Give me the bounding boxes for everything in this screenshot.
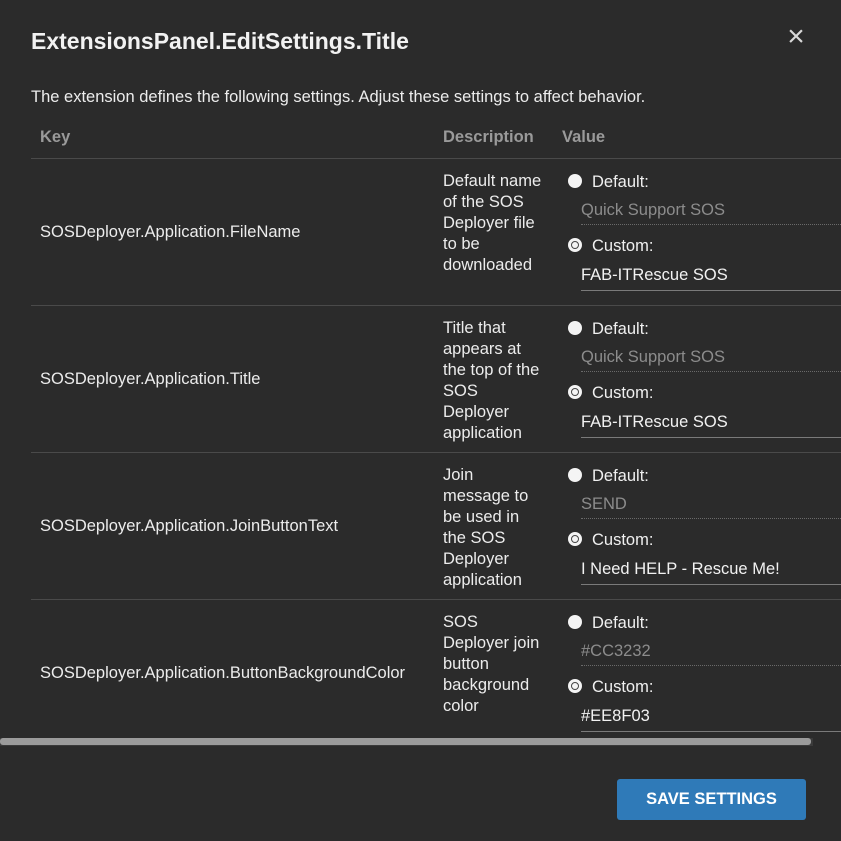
default-value: #CC3232 — [581, 637, 841, 666]
default-label: Default: — [592, 614, 649, 632]
custom-label: Custom: — [592, 237, 654, 255]
setting-key: SOSDeployer.Application.FileName — [40, 223, 301, 241]
custom-value-input[interactable] — [581, 407, 841, 438]
setting-description: Default name of the SOS Deployer file to… — [443, 172, 542, 274]
default-radio[interactable] — [568, 468, 582, 482]
settings-table: Key Description Value SOSDeployer.Applic… — [31, 118, 841, 732]
custom-radio[interactable] — [568, 385, 582, 399]
save-settings-button[interactable]: SAVE SETTINGS — [617, 779, 806, 820]
table-row: SOSDeployer.Application.FileName Default… — [31, 159, 841, 306]
custom-label: Custom: — [592, 384, 654, 402]
default-value: Quick Support SOS — [581, 196, 841, 225]
setting-description: Join message to be used in the SOS Deplo… — [443, 466, 529, 589]
default-radio[interactable] — [568, 321, 582, 335]
custom-label: Custom: — [592, 678, 654, 696]
custom-value-input[interactable] — [581, 260, 841, 291]
default-label: Default: — [592, 173, 649, 191]
default-label: Default: — [592, 320, 649, 338]
table-row: SOSDeployer.Application.Title Title that… — [31, 306, 841, 453]
custom-label: Custom: — [592, 531, 654, 549]
custom-value-input[interactable] — [581, 701, 841, 732]
setting-key: SOSDeployer.Application.ButtonBackground… — [40, 664, 406, 682]
horizontal-scrollbar-thumb[interactable] — [0, 738, 811, 745]
setting-description: Title that appears at the top of the SOS… — [443, 319, 540, 442]
close-icon[interactable]: × — [783, 22, 809, 52]
custom-radio[interactable] — [568, 679, 582, 693]
column-header-description: Description — [443, 128, 534, 146]
custom-radio[interactable] — [568, 532, 582, 546]
setting-key: SOSDeployer.Application.Title — [40, 370, 261, 388]
default-value: Quick Support SOS — [581, 343, 841, 372]
table-row: SOSDeployer.Application.JoinButtonText J… — [31, 453, 841, 600]
setting-description: SOS Deployer join button background colo… — [443, 613, 540, 715]
default-radio[interactable] — [568, 174, 582, 188]
default-label: Default: — [592, 467, 649, 485]
custom-value-input[interactable] — [581, 554, 841, 585]
column-header-value: Value — [562, 128, 606, 146]
column-header-key: Key — [40, 128, 71, 146]
table-row: SOSDeployer.Application.ButtonBackground… — [31, 600, 841, 732]
default-value: SEND — [581, 490, 841, 519]
dialog-description: The extension defines the following sett… — [31, 88, 646, 106]
setting-key: SOSDeployer.Application.JoinButtonText — [40, 517, 339, 535]
default-radio[interactable] — [568, 615, 582, 629]
dialog-title: ExtensionsPanel.EditSettings.Title — [31, 28, 409, 54]
custom-radio[interactable] — [568, 238, 582, 252]
